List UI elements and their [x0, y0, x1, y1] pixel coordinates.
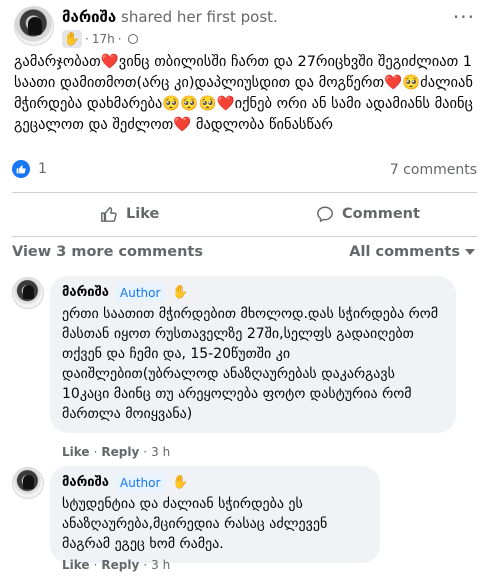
- divider: [12, 236, 477, 237]
- comment-actions: Like · Reply · 3 h: [62, 445, 170, 459]
- commenter-avatar[interactable]: [12, 277, 44, 309]
- post-author-name[interactable]: მარიშა: [62, 8, 116, 26]
- comment-text: ერთი საათით მჭირდებით მხოლოდ.დას სჭირდებ…: [62, 306, 439, 422]
- comment-bubble: მარიშა Author ✋ ერთი საათით მჭირდებით მხ…: [50, 276, 456, 433]
- comment-text: სტუდენტია და ძალიან სჭირდება ეს ანაზღაურ…: [62, 496, 328, 552]
- comment-time[interactable]: 3 h: [151, 558, 170, 572]
- commenter-avatar[interactable]: [12, 467, 44, 499]
- comment-time[interactable]: 3 h: [151, 445, 170, 459]
- separator-dot: ·: [85, 32, 89, 46]
- separator-dot: ·: [143, 558, 148, 572]
- comment-reply-link[interactable]: Reply: [101, 558, 139, 572]
- divider: [12, 192, 477, 193]
- comment-reply-link[interactable]: Reply: [101, 445, 139, 459]
- commenter-name[interactable]: მარიშა: [62, 285, 109, 301]
- comment-header: მარიშა Author ✋: [62, 474, 368, 492]
- reactions-summary[interactable]: 1: [12, 160, 47, 178]
- comments-filter-dropdown[interactable]: All comments: [349, 244, 475, 260]
- separator-dot: ·: [93, 445, 98, 459]
- waving-hand-icon: ✋: [62, 30, 82, 48]
- post-header: მარიშა shared her first post. ✋ · 17h ·: [14, 6, 278, 50]
- post-title-line: მარიშა shared her first post.: [62, 8, 278, 26]
- comments-filter-label: All comments: [349, 244, 460, 260]
- author-avatar[interactable]: [14, 6, 54, 46]
- post-body: გამარჯობათ❤️ვინც თბილისში ჩართ და 27რიცხ…: [14, 54, 473, 133]
- reaction-count: 1: [38, 161, 47, 177]
- like-reaction-icon: [12, 160, 30, 178]
- separator-dot: ·: [143, 445, 148, 459]
- post-header-text: მარიშა shared her first post. ✋ · 17h ·: [62, 6, 278, 48]
- comment-like-link[interactable]: Like: [62, 558, 90, 572]
- comment-icon: [317, 206, 333, 222]
- chevron-down-icon: [465, 249, 475, 255]
- comment-bubble: მარიშა Author ✋ სტუდენტია და ძალიან სჭირ…: [50, 466, 380, 563]
- waving-hand-icon: ✋: [172, 285, 189, 300]
- comment-label: Comment: [342, 206, 420, 222]
- post-action-text: shared her first post.: [121, 8, 278, 26]
- comments-count[interactable]: 7 comments: [390, 162, 477, 178]
- commenter-name[interactable]: მარიშა: [62, 475, 109, 491]
- separator-dot: ·: [117, 32, 122, 46]
- view-more-comments-link[interactable]: View 3 more comments: [12, 244, 203, 260]
- comment-button[interactable]: Comment: [316, 202, 420, 226]
- like-button[interactable]: Like: [100, 202, 159, 226]
- post-time[interactable]: 17h: [92, 32, 115, 46]
- author-badge: Author: [115, 284, 166, 302]
- waving-hand-icon: ✋: [172, 475, 189, 490]
- separator-dot: ·: [93, 558, 98, 572]
- more-options-icon[interactable]: ···: [453, 7, 475, 27]
- globe-icon: [127, 34, 138, 44]
- like-label: Like: [126, 206, 160, 222]
- comment-like-link[interactable]: Like: [62, 445, 90, 459]
- comment-actions: Like · Reply · 3 h: [62, 558, 170, 572]
- thumbs-up-icon: [101, 206, 117, 222]
- post-meta: ✋ · 17h ·: [62, 30, 278, 48]
- comment-header: მარიშა Author ✋: [62, 284, 444, 302]
- author-badge: Author: [115, 474, 166, 492]
